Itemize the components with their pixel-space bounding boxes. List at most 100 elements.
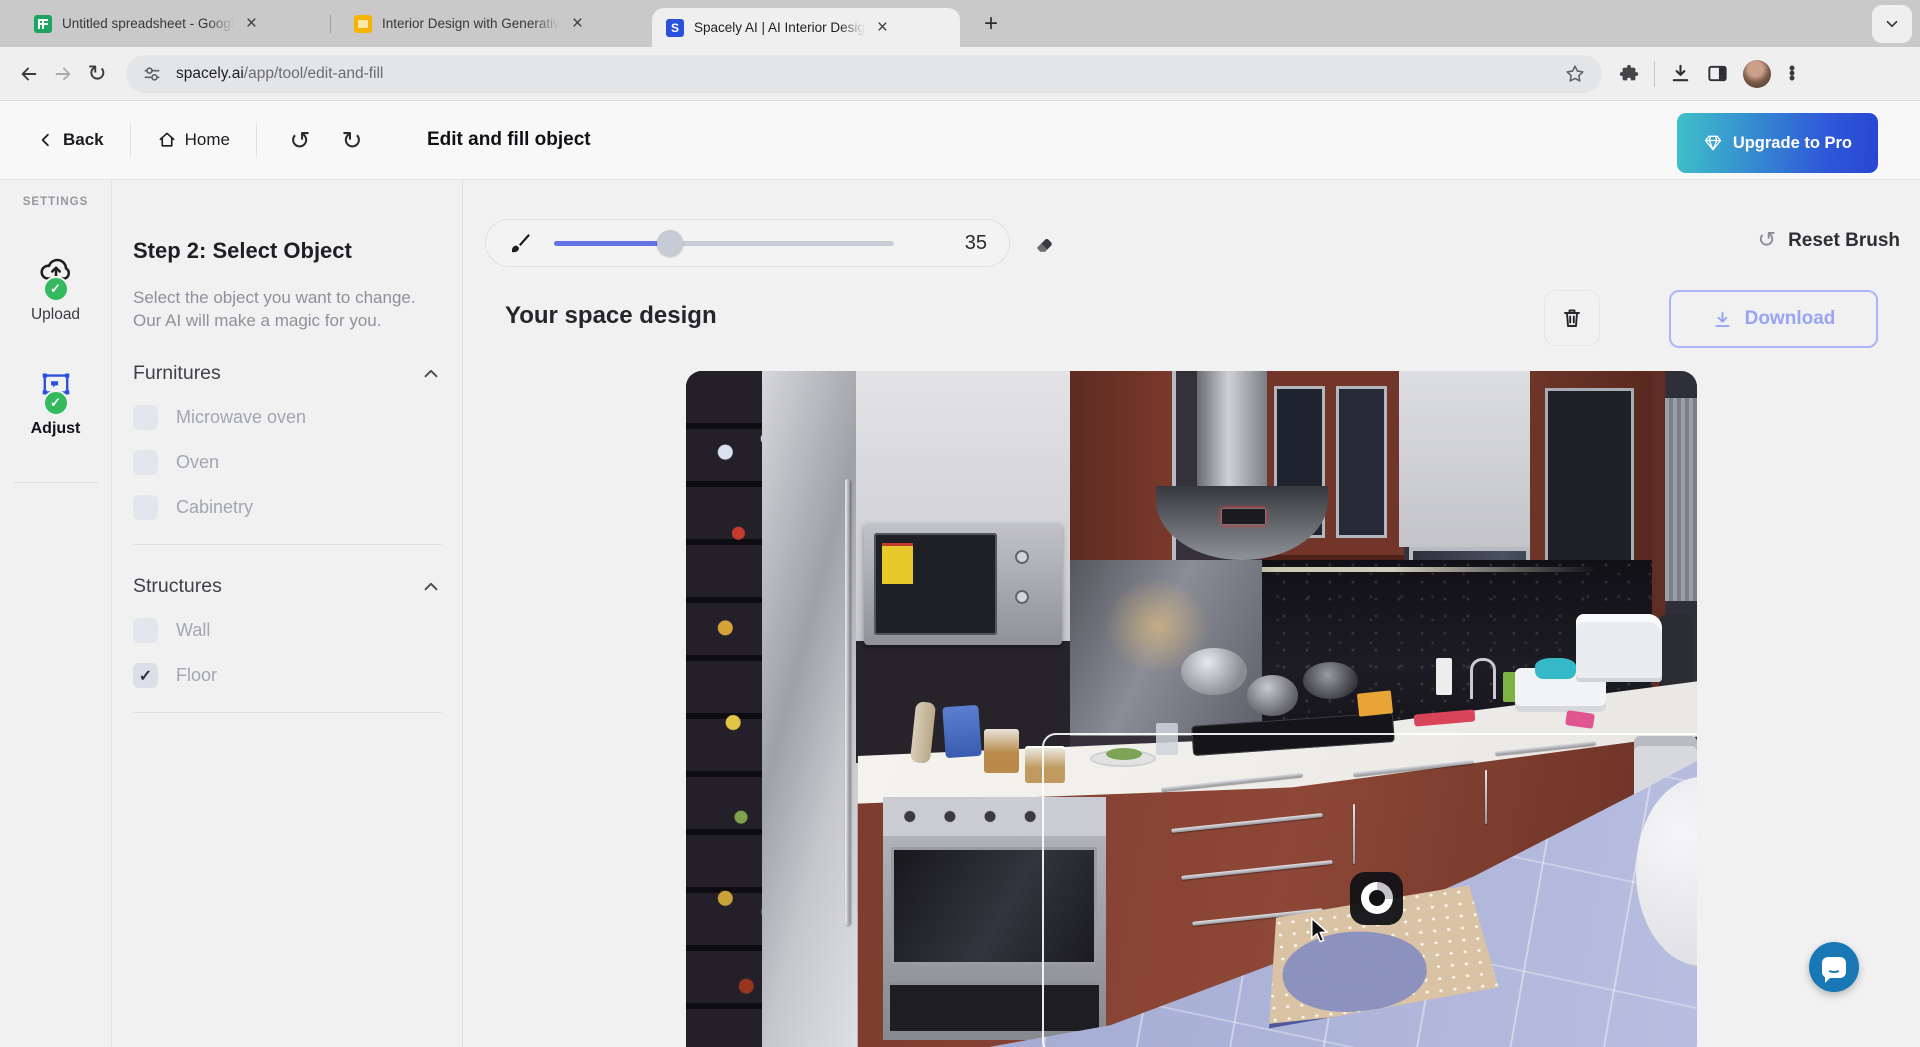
- home-label: Home: [185, 130, 230, 150]
- checkbox-oven[interactable]: [133, 450, 158, 475]
- checkbox-wall[interactable]: [133, 618, 158, 643]
- download-icon: [1712, 309, 1733, 330]
- checkbox-label: Cabinetry: [176, 497, 253, 518]
- header-divider: [256, 123, 257, 157]
- slider-thumb[interactable]: [657, 230, 683, 256]
- tab-search-button[interactable]: [1872, 5, 1912, 43]
- mouse-cursor: [1309, 917, 1331, 943]
- download-button[interactable]: Download: [1669, 290, 1878, 348]
- tab-spacely-active[interactable]: S Spacely AI | AI Interior Desig ×: [652, 8, 960, 47]
- address-bar[interactable]: spacely.ai/app/tool/edit-and-fill: [126, 55, 1602, 93]
- side-panel-icon[interactable]: [1706, 62, 1729, 85]
- brush-ring-icon: [1361, 882, 1393, 914]
- main-canvas: 35 ↺ Reset Brush Your space design Downl…: [463, 180, 1920, 1047]
- checkbox-label: Floor: [176, 665, 217, 686]
- furnitures-section-header[interactable]: Furnitures: [133, 362, 442, 385]
- spacely-favicon: S: [666, 19, 684, 37]
- profile-avatar[interactable]: [1743, 60, 1771, 88]
- trash-icon: [1560, 306, 1584, 330]
- checkbox-row-oven[interactable]: Oven: [133, 450, 442, 475]
- brush-size-value: 35: [965, 232, 987, 255]
- chevron-down-icon: [1883, 15, 1901, 33]
- downloads-icon[interactable]: [1669, 62, 1692, 85]
- select-object-panel: Step 2: Select Object Select the object …: [112, 180, 463, 1047]
- redo-button[interactable]: ↻: [335, 126, 369, 155]
- new-tab-button[interactable]: +: [975, 8, 1007, 40]
- tab-title: Spacely AI | AI Interior Desig: [694, 20, 865, 35]
- checkbox-row-microwave-oven[interactable]: Microwave oven: [133, 405, 442, 430]
- browser-toolbar: ↻ spacely.ai/app/tool/edit-and-fill •••: [0, 47, 1920, 101]
- curtain: [1665, 398, 1697, 601]
- header-divider: [130, 123, 131, 157]
- food-jar: [984, 729, 1018, 773]
- back-button[interactable]: Back: [37, 130, 104, 150]
- delete-design-button[interactable]: [1544, 290, 1600, 346]
- upper-cabinet-white: [1399, 371, 1535, 547]
- checkbox-label: Wall: [176, 620, 210, 641]
- chevron-up-icon: [420, 576, 442, 598]
- step-description: Select the object you want to change. Ou…: [133, 286, 433, 332]
- step-title: Step 2: Select Object: [133, 238, 442, 264]
- google-slides-icon: [354, 15, 372, 33]
- checkbox-label: Oven: [176, 452, 219, 473]
- site-settings-icon[interactable]: [142, 64, 162, 84]
- teal-bowl: [1535, 658, 1575, 678]
- brush-toolbar: 35: [485, 219, 1010, 267]
- checkbox-floor-checked[interactable]: ✓: [133, 663, 158, 688]
- reload-button[interactable]: ↻: [80, 57, 114, 91]
- chat-bubble-icon: [1822, 957, 1846, 978]
- checkbox-label: Microwave oven: [176, 407, 306, 428]
- step-upload[interactable]: ✓ Upload: [0, 254, 111, 324]
- close-tab-icon[interactable]: ×: [572, 14, 583, 33]
- checkbox-row-floor[interactable]: ✓ Floor: [133, 663, 442, 688]
- forward-nav-button[interactable]: [46, 57, 80, 91]
- back-label: Back: [63, 130, 104, 150]
- brush-size-slider[interactable]: [554, 241, 894, 246]
- checkbox-row-cabinetry[interactable]: Cabinetry: [133, 495, 442, 520]
- back-nav-button[interactable]: [12, 57, 46, 91]
- download-label: Download: [1745, 308, 1836, 330]
- home-button[interactable]: Home: [157, 130, 230, 150]
- tab-slides[interactable]: Interior Design with Generativ ×: [340, 0, 640, 47]
- upgrade-to-pro-button[interactable]: Upgrade to Pro: [1677, 113, 1878, 173]
- brush-icon[interactable]: [508, 231, 532, 255]
- tab-title: Interior Design with Generativ: [382, 16, 560, 31]
- chat-widget-button[interactable]: [1809, 942, 1859, 992]
- arrow-left-icon: [18, 63, 40, 85]
- structures-section-header[interactable]: Structures: [133, 575, 442, 598]
- microwave: [864, 523, 1062, 645]
- rail-divider: [14, 482, 98, 483]
- tab-title: Untitled spreadsheet - Googl: [62, 16, 234, 31]
- upgrade-label: Upgrade to Pro: [1733, 134, 1852, 153]
- reset-brush-button[interactable]: ↺ Reset Brush: [1758, 228, 1900, 253]
- eraser-button[interactable]: [1031, 230, 1057, 256]
- fridge-panel: [762, 371, 868, 1047]
- bookmark-star-icon[interactable]: [1564, 63, 1586, 85]
- design-title: Your space design: [505, 302, 717, 330]
- gem-icon: [1703, 133, 1723, 153]
- settings-rail: SETTINGS ✓ Upload ✓ Adjust: [0, 180, 112, 1047]
- adjust-done-check: ✓: [43, 390, 69, 416]
- undo-button[interactable]: ↺: [283, 126, 317, 155]
- app-header: Back Home ↺ ↻ Edit and fill object Upgra…: [0, 101, 1920, 180]
- faucet: [1470, 658, 1496, 699]
- tab-spreadsheet[interactable]: Untitled spreadsheet - Googl ×: [20, 0, 320, 47]
- checkbox-microwave-oven[interactable]: [133, 405, 158, 430]
- step-adjust[interactable]: ✓ Adjust: [0, 370, 111, 438]
- storage-box: [1576, 614, 1662, 682]
- close-tab-icon[interactable]: ×: [246, 14, 257, 33]
- extensions-icon[interactable]: [1618, 63, 1640, 85]
- upload-done-check: ✓: [43, 276, 69, 302]
- browser-menu-icon[interactable]: •••: [1785, 66, 1799, 81]
- tab-strip: Untitled spreadsheet - Googl × Interior …: [0, 0, 1920, 47]
- toolbar-right-cluster: •••: [1618, 60, 1799, 88]
- checkbox-cabinetry[interactable]: [133, 495, 158, 520]
- close-tab-icon[interactable]: ×: [877, 18, 888, 37]
- panel-divider: [133, 544, 442, 545]
- space-design-image[interactable]: [686, 371, 1697, 1047]
- url-text: spacely.ai/app/tool/edit-and-fill: [176, 65, 1564, 83]
- soap-bottle: [1436, 658, 1452, 695]
- checkbox-row-wall[interactable]: Wall: [133, 618, 442, 643]
- brush-cursor-indicator: [1350, 872, 1403, 925]
- adjust-label: Adjust: [0, 420, 111, 438]
